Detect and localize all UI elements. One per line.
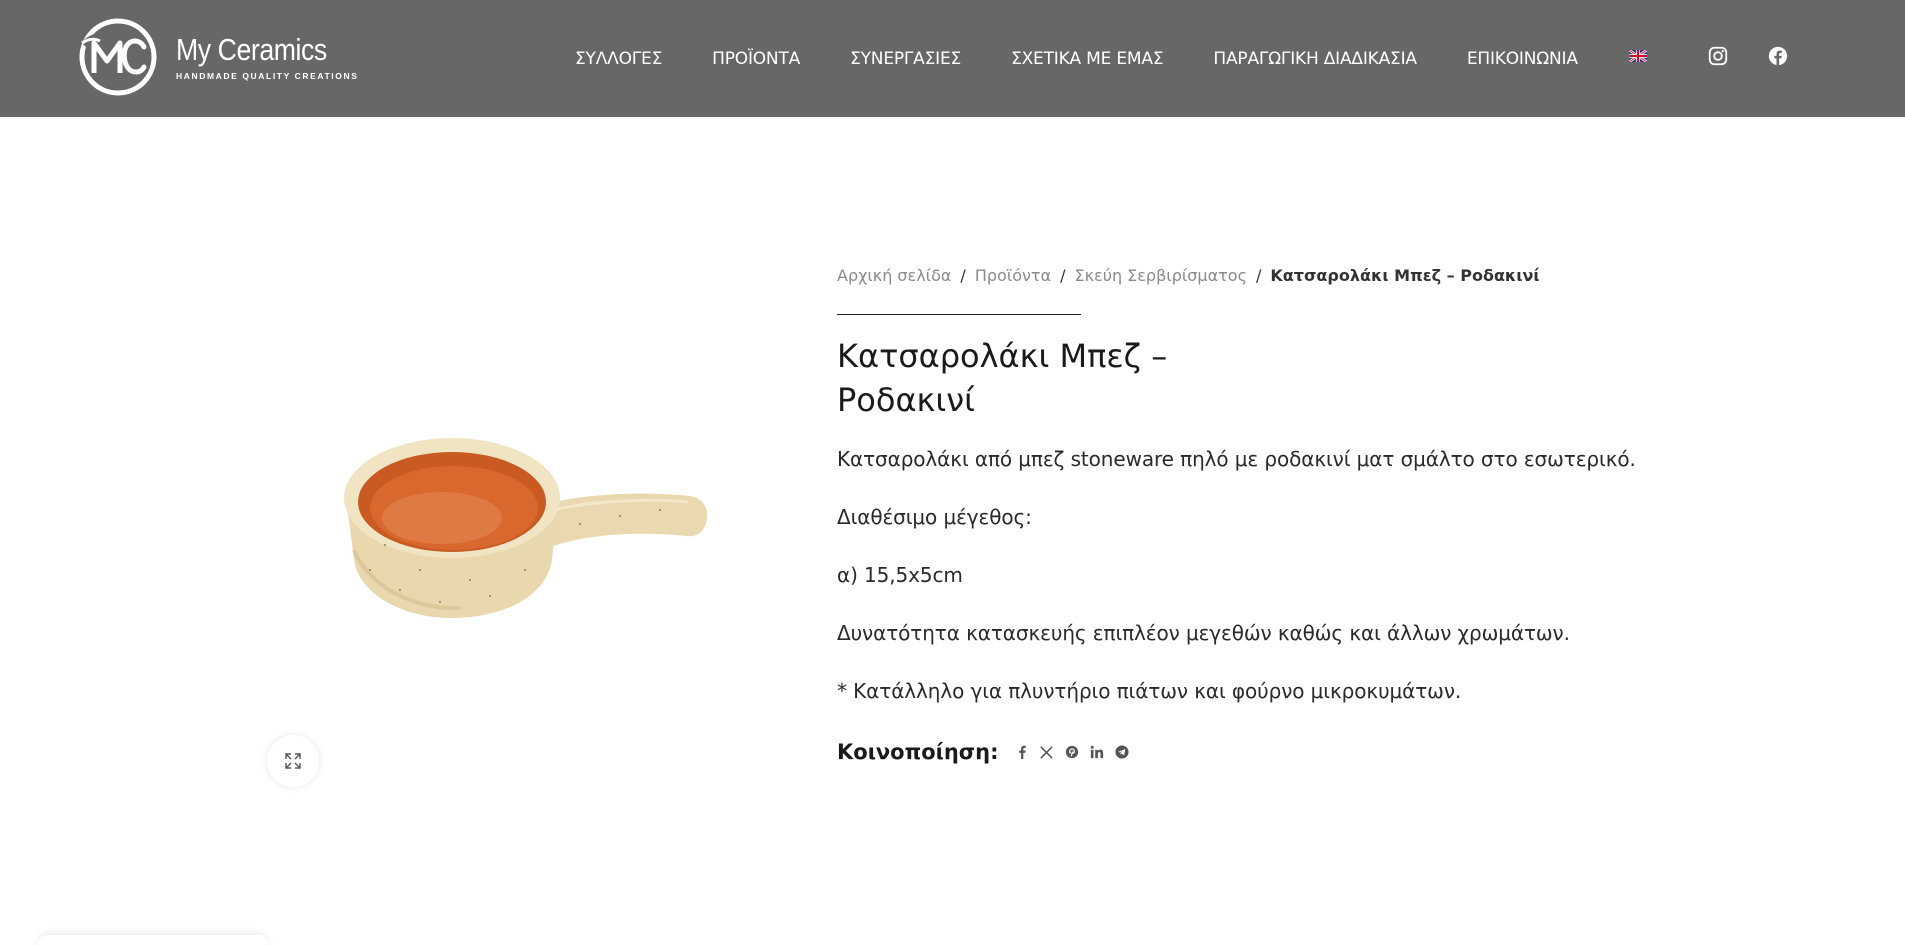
nav-item-production[interactable]: ΠΑΡΑΓΩΓΙΚΗ ΔΙΑΔΙΚΑΣΙΑ bbox=[1213, 49, 1417, 69]
site-logo[interactable]: My Ceramics HANDMADE QUALITY CREATIONS bbox=[78, 16, 358, 98]
nav-item-collections[interactable]: ΣΥΛΛΟΓΕΣ bbox=[575, 49, 662, 69]
x-icon[interactable] bbox=[1039, 744, 1055, 760]
logo-name: My Ceramics bbox=[176, 32, 327, 67]
logo-mark-icon bbox=[79, 18, 157, 96]
breadcrumb-home[interactable]: Αρχική σελίδα bbox=[837, 266, 951, 285]
uk-flag-icon[interactable] bbox=[1629, 50, 1647, 62]
breadcrumb-separator: / bbox=[1060, 266, 1066, 285]
facebook-icon[interactable] bbox=[1014, 744, 1030, 760]
breadcrumb-separator: / bbox=[1255, 266, 1262, 285]
product-description: Κατσαρολάκι από μπεζ stoneware πηλό με ρ… bbox=[837, 447, 1636, 471]
nav-item-collaborations[interactable]: ΣΥΝΕΡΓΑΣΙΕΣ bbox=[850, 49, 961, 69]
nav-item-about[interactable]: ΣΧΕΤΙΚΑ ΜΕ ΕΜΑΣ bbox=[1011, 49, 1164, 69]
linkedin-icon[interactable] bbox=[1089, 744, 1105, 760]
product-custom-note: Δυνατότητα κατασκευής επιπλέον μεγεθών κ… bbox=[837, 621, 1570, 645]
breadcrumb-separator: / bbox=[960, 266, 966, 285]
product-image[interactable] bbox=[330, 420, 715, 630]
logo-tagline: HANDMADE QUALITY CREATIONS bbox=[176, 71, 359, 81]
title-divider bbox=[837, 314, 1081, 315]
product-size-value: α) 15,5x5cm bbox=[837, 563, 963, 587]
product-title: Κατσαρολάκι Μπεζ – Ροδακινί bbox=[837, 334, 1217, 422]
product-title-line1: Κατσαρολάκι Μπεζ – bbox=[837, 337, 1168, 375]
product-size-label: Διαθέσιμο μέγεθος: bbox=[837, 505, 1032, 529]
zoom-button[interactable] bbox=[267, 735, 319, 787]
expand-icon bbox=[285, 753, 301, 769]
facebook-icon[interactable] bbox=[1767, 45, 1789, 67]
telegram-icon[interactable] bbox=[1114, 744, 1130, 760]
breadcrumb-current: Κατσαρολάκι Μπεζ – Ροδακινί bbox=[1270, 266, 1540, 285]
floating-widget-edge bbox=[38, 935, 268, 945]
instagram-icon[interactable] bbox=[1707, 45, 1729, 67]
breadcrumb-category[interactable]: Σκεύη Σερβιρίσματος bbox=[1075, 266, 1247, 285]
product-care-note: * Κατάλληλο για πλυντήριο πιάτων και φού… bbox=[837, 679, 1462, 703]
nav-item-contact[interactable]: ΕΠΙΚΟΙΝΩΝΙΑ bbox=[1467, 49, 1578, 69]
breadcrumb: Αρχική σελίδα / Προϊόντα / Σκεύη Σερβιρί… bbox=[837, 266, 1540, 285]
pinterest-icon[interactable] bbox=[1064, 744, 1080, 760]
share-bar: Κοινοποίηση: bbox=[837, 740, 1130, 764]
main-nav: ΣΥΛΛΟΓΕΣ ΠΡΟΪΟΝΤΑ ΣΥΝΕΡΓΑΣΙΕΣ ΣΧΕΤΙΚΑ ΜΕ… bbox=[575, 0, 1628, 117]
breadcrumb-products[interactable]: Προϊόντα bbox=[975, 266, 1051, 285]
product-title-line2: Ροδακινί bbox=[837, 381, 975, 419]
site-header: My Ceramics HANDMADE QUALITY CREATIONS Σ… bbox=[0, 0, 1905, 117]
nav-item-products[interactable]: ΠΡΟΪΟΝΤΑ bbox=[712, 49, 800, 69]
share-label: Κοινοποίηση: bbox=[837, 740, 999, 764]
